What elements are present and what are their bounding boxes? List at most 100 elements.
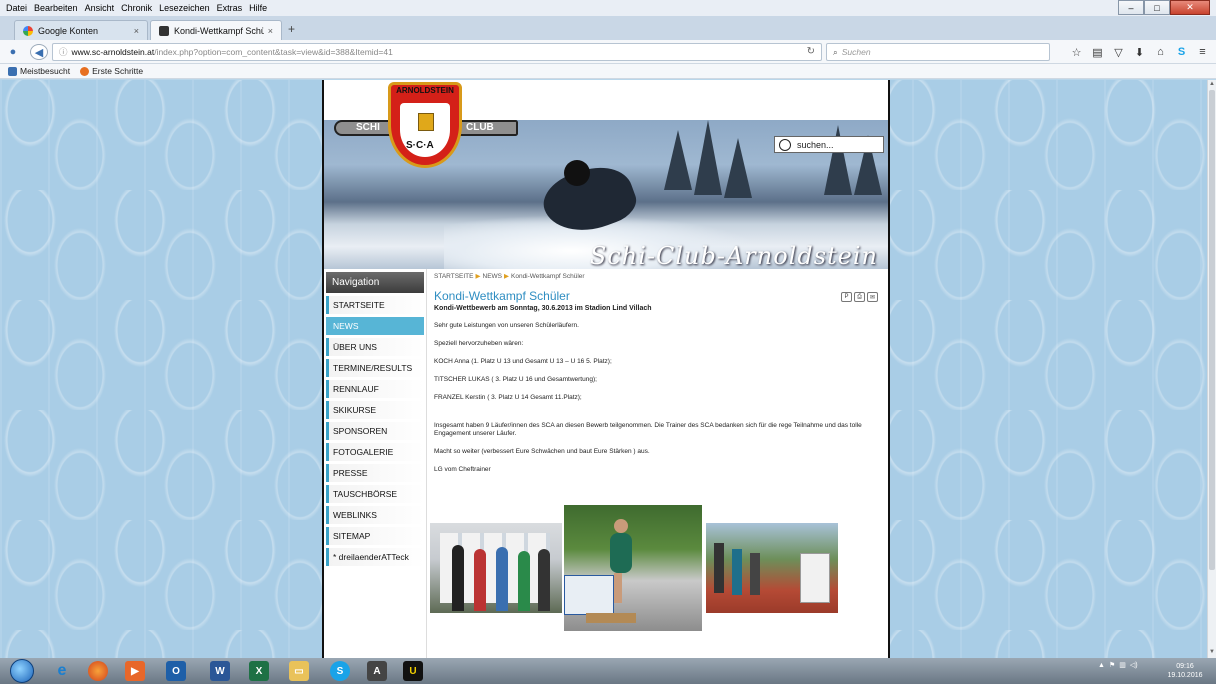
firefox-icon[interactable] [88,661,108,681]
excel-icon[interactable]: X [249,661,269,681]
menu-extras[interactable]: Extras [217,3,243,13]
sidebar-item-ueber-uns[interactable]: ÜBER UNS [326,338,424,356]
article-paragraph: Insgesamt haben 9 Läufer/innen des SCA a… [434,422,862,437]
scroll-down-icon[interactable]: ▼ [1209,649,1215,657]
vertical-scrollbar[interactable]: ▲ ▼ [1207,80,1216,658]
menu-chronik[interactable]: Chronik [121,3,152,13]
sidebar-item-sponsoren[interactable]: SPONSOREN [326,422,424,440]
navigation-title: Navigation [326,272,424,293]
menu-bar: Datei Bearbeiten Ansicht Chronik Lesezei… [0,0,1216,16]
menu-hilfe[interactable]: Hilfe [249,3,267,13]
scrollbar-thumb[interactable] [1209,90,1215,570]
window-controls: – □ ✕ [1118,0,1210,16]
bookmark-label: Erste Schritte [92,66,144,76]
media-player-icon[interactable]: ▶ [125,661,145,681]
menu-lesezeichen[interactable]: Lesezeichen [159,3,210,13]
menu-icon[interactable]: ≡ [1192,43,1213,61]
most-visited-icon [8,66,17,76]
tab-label: Kondi-Wettkampf Schüler ... [174,25,264,36]
sidebar-item-tauschboerse[interactable]: TAUSCHBÖRSE [326,485,424,503]
photo-banner [800,553,830,603]
internet-explorer-icon[interactable]: e [52,661,72,681]
start-button[interactable] [10,659,34,683]
breadcrumb-news[interactable]: NEWS [483,273,503,280]
sidebar-item-startseite[interactable]: STARTSEITE [326,296,424,314]
tray-expand-icon[interactable]: ▲ [1098,662,1105,669]
clock[interactable]: 09:16 19.10.2016 [1160,662,1210,680]
tab-google-konten[interactable]: Google Konten × [14,20,148,40]
photo-race-track[interactable] [706,523,838,613]
close-tab-icon[interactable]: × [268,26,273,36]
file-explorer-icon[interactable]: ▭ [289,661,309,681]
breadcrumb-arrow-icon: ▶ [504,273,509,280]
sidebar-item-news[interactable]: NEWS [326,317,424,335]
tab-kondi-wettkampf[interactable]: Kondi-Wettkampf Schüler ... × [150,20,282,40]
bookmark-meistbesucht[interactable]: Meistbesucht [8,66,70,76]
breadcrumb-arrow-icon: ▶ [475,273,481,280]
word-icon[interactable]: W [210,661,230,681]
outlook-icon[interactable]: O [166,661,186,681]
maximize-button[interactable]: □ [1144,0,1170,15]
photo-person [452,545,464,611]
email-icon[interactable]: ✉ [867,292,878,302]
club-logo[interactable]: ARNOLDSTEIN SCHI CLUB S·C·A [334,80,524,175]
photo-person [538,549,550,611]
toolbar-icons: ☆ ▤ ▽ ⬇ ⌂ S ≡ [1066,43,1213,61]
minimize-button[interactable]: – [1118,0,1144,15]
sidebar-item-termine-results[interactable]: TERMINE/RESULTS [326,359,424,377]
pocket-icon[interactable]: ▽ [1108,43,1129,61]
url-bar[interactable]: ⓘ www.sc-arnoldstein.at /index.php?optio… [52,43,822,61]
unity-app-icon[interactable]: U [403,661,423,681]
skype-icon[interactable]: S [330,661,350,681]
photo-jump-event[interactable] [564,505,702,631]
photo-award-ceremony[interactable] [430,523,562,613]
download-icon[interactable]: ⬇ [1129,43,1150,61]
menu-ansicht[interactable]: Ansicht [85,3,115,13]
logo-left-text: SCHI [356,122,380,133]
network-icon[interactable]: ▥ [1119,661,1126,669]
sidebar-navigation: Navigation STARTSEITE NEWS ÜBER UNS TERM… [324,269,427,658]
app-icon[interactable]: A [367,661,387,681]
print-icon[interactable]: ⎙ [854,292,865,302]
home-icon[interactable]: ⌂ [1150,43,1171,61]
volume-icon[interactable]: ◁) [1130,661,1138,669]
back-button-icon[interactable]: ◀ [30,44,48,60]
reload-icon[interactable]: ↻ [807,46,815,57]
new-tab-button[interactable]: + [288,22,295,36]
page-viewport: Schi-Club-Arnoldstein ARNOLDSTEIN SCHI C… [0,80,1207,658]
article-content: STARTSEITE ▶ NEWS ▶ Kondi-Wettkampf Schüler … [428,269,888,658]
clock-date: 19.10.2016 [1167,672,1203,679]
tree-decoration [694,120,722,195]
search-placeholder: Suchen [841,47,871,57]
pdf-icon[interactable]: P [841,292,852,302]
article-title: Kondi-Wettkampf Schüler [434,289,570,303]
sidebar-item-dreilaender[interactable]: * dreilaenderATTeck [326,548,424,566]
photo-runner [714,543,724,593]
flag-icon[interactable]: ⚑ [1109,661,1115,669]
tree-decoration [664,130,692,190]
article-tools: P ⎙ ✉ [841,292,878,302]
bookmark-erste-schritte[interactable]: Erste Schritte [80,66,143,76]
close-tab-icon[interactable]: × [134,26,139,36]
sidebar-item-presse[interactable]: PRESSE [326,464,424,482]
skype-icon[interactable]: S [1171,43,1192,61]
sidebar-item-sitemap[interactable]: SITEMAP [326,527,424,545]
bookmarks-icon[interactable]: ▤ [1087,43,1108,61]
menu-datei[interactable]: Datei [6,3,27,13]
logo-top-text: ARNOLDSTEIN [396,86,454,95]
menu-bearbeiten[interactable]: Bearbeiten [34,3,78,13]
google-icon [23,25,33,36]
close-window-button[interactable]: ✕ [1170,0,1210,15]
sidebar-item-skikurse[interactable]: SKIKURSE [326,401,424,419]
sidebar-item-fotogalerie[interactable]: FOTOGALERIE [326,443,424,461]
photo-person [518,551,530,611]
sidebar-item-rennlauf[interactable]: RENNLAUF [326,380,424,398]
search-input[interactable]: ⌕ Suchen [826,43,1050,61]
breadcrumb-startseite[interactable]: STARTSEITE [434,273,474,280]
sidebar-item-weblinks[interactable]: WEBLINKS [326,506,424,524]
scroll-up-icon[interactable]: ▲ [1209,81,1215,89]
photo-person [474,549,486,611]
windows-taskbar: e ▶ O W X ▭ S A U ▲ ⚑ ▥ ◁) 09:16 19.10.2… [0,658,1216,684]
site-search-input[interactable]: suchen... [774,136,884,153]
star-icon[interactable]: ☆ [1066,43,1087,61]
